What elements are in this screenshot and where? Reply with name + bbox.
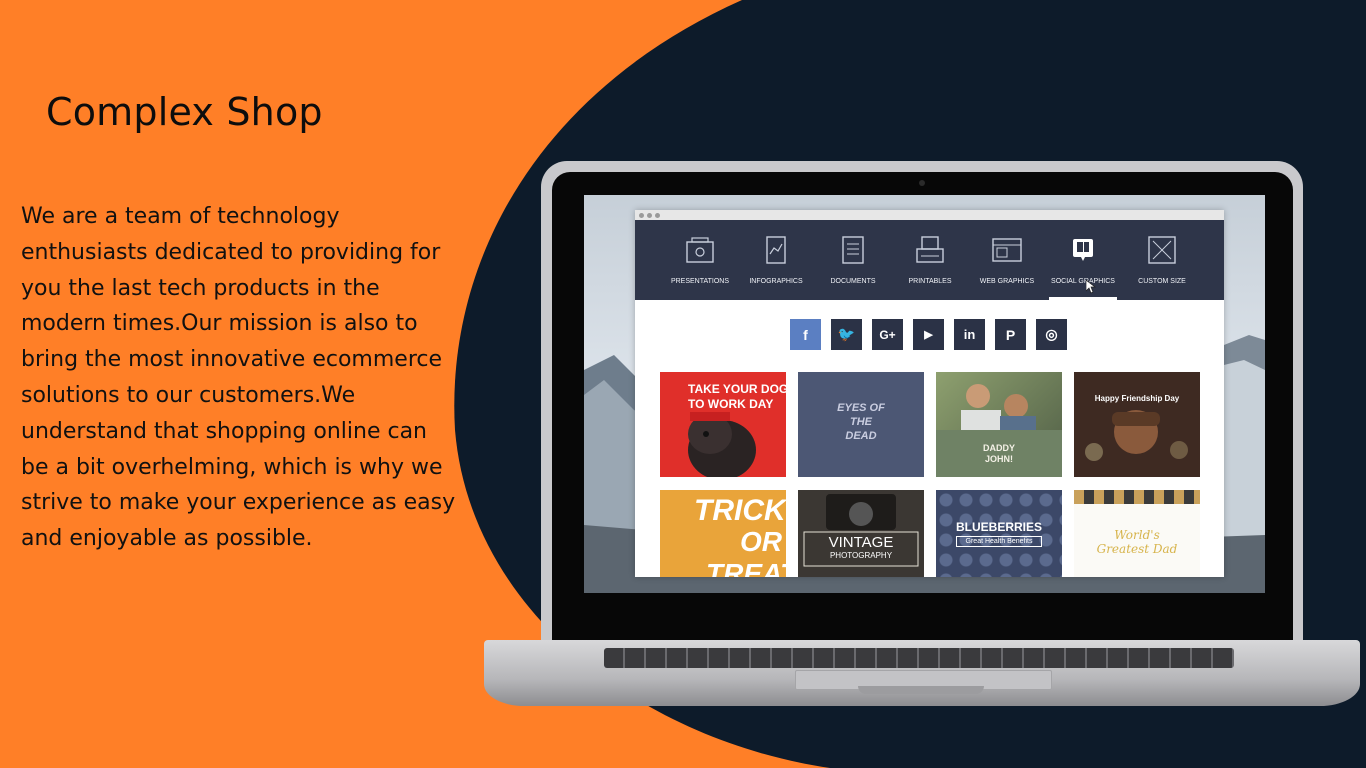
- category-infographics[interactable]: INFOGRAPHICS: [743, 220, 809, 300]
- category-label: INFOGRAPHICS: [749, 278, 803, 285]
- friends-photo: [1085, 410, 1188, 461]
- category-presentations[interactable]: PRESENTATIONS: [663, 220, 737, 300]
- tile-heading: Happy Friendship Day: [1094, 394, 1180, 403]
- social-graphics-icon: [1073, 239, 1093, 261]
- category-documents[interactable]: DOCUMENTS: [821, 220, 885, 300]
- tile-heading: OR: [740, 526, 782, 557]
- printer-icon: [916, 236, 944, 263]
- trick-or-treat-template[interactable]: TRICK OR TREAT: [660, 490, 786, 577]
- tile-heading: TO WORK DAY: [688, 397, 774, 411]
- laptop-notch: [858, 686, 984, 694]
- tile-heading: TAKE YOUR DOG: [688, 382, 786, 396]
- tile-heading: TREAT: [706, 558, 786, 577]
- active-category-indicator: [1049, 297, 1117, 300]
- tile-heading: Greatest Dad: [1096, 542, 1178, 556]
- webcam-icon: [919, 180, 925, 186]
- category-nav: PRESENTATIONS INFOGRAPHICS DOCUMENTS PRI…: [635, 220, 1224, 300]
- worlds-greatest-dad-template[interactable]: World's Greatest Dad: [1074, 490, 1200, 577]
- facebook-icon[interactable]: f: [790, 319, 821, 350]
- window-dot[interactable]: [647, 213, 652, 218]
- tile-heading: BLUEBERRIES: [955, 520, 1042, 534]
- category-label: CUSTOM SIZE: [1138, 278, 1186, 285]
- youtube-icon[interactable]: ▶: [913, 319, 944, 350]
- pinterest-icon[interactable]: P: [995, 319, 1026, 350]
- vintage-photography-template[interactable]: VINTAGE PHOTOGRAPHY: [798, 490, 924, 577]
- laptop-keyboard: [604, 648, 1234, 668]
- intro-paragraph: We are a team of technology enthusiasts …: [21, 204, 456, 552]
- window-dot[interactable]: [639, 213, 644, 218]
- category-label: DOCUMENTS: [830, 278, 876, 285]
- category-label: SOCIAL GRAPHICS: [1051, 278, 1115, 285]
- daddy-john-template[interactable]: DADDY JOHN!: [936, 372, 1062, 477]
- tile-heading: THE: [850, 416, 872, 428]
- presentation-icon: [686, 237, 714, 263]
- window-dot[interactable]: [655, 213, 660, 218]
- family-photo: [961, 384, 1036, 430]
- tile-heading: DADDY: [982, 443, 1015, 453]
- twitter-icon[interactable]: 🐦: [831, 319, 862, 350]
- mouse-cursor-icon: [1086, 280, 1096, 294]
- site-title: Complex Shop: [46, 90, 323, 134]
- eyes-of-the-dead-template[interactable]: EYES OF THE DEAD: [798, 372, 924, 477]
- social-buttons: f 🐦 G+ ▶ in P ◎: [790, 319, 1080, 351]
- tile-subheading: PHOTOGRAPHY: [829, 551, 893, 560]
- tile-subheading: Great Health Benefits: [956, 536, 1042, 547]
- window-title-bar: [635, 210, 1224, 220]
- infographic-icon: [766, 236, 786, 264]
- google-plus-icon[interactable]: G+: [872, 319, 903, 350]
- friendship-day-template[interactable]: Happy Friendship Day: [1074, 372, 1200, 477]
- linkedin-icon[interactable]: in: [954, 319, 985, 350]
- custom-size-icon: [1148, 236, 1176, 264]
- template-browser-window: PRESENTATIONS INFOGRAPHICS DOCUMENTS PRI…: [635, 210, 1224, 577]
- laptop-screen: PRESENTATIONS INFOGRAPHICS DOCUMENTS PRI…: [584, 195, 1265, 593]
- category-label: PRESENTATIONS: [670, 278, 730, 285]
- instagram-icon[interactable]: ◎: [1036, 319, 1067, 350]
- tile-heading: TRICK: [694, 494, 786, 527]
- document-icon: [842, 236, 864, 264]
- category-printables[interactable]: PRINTABLES: [897, 220, 963, 300]
- tile-heading: EYES OF: [837, 402, 885, 414]
- category-label: WEB GRAPHICS: [979, 278, 1035, 285]
- tile-heading: JOHN!: [984, 454, 1013, 464]
- web-graphics-icon: [992, 238, 1022, 262]
- dog-template[interactable]: TAKE YOUR DOG TO WORK DAY: [660, 372, 786, 477]
- category-label: PRINTABLES: [908, 278, 952, 285]
- tile-heading: World's: [1114, 528, 1160, 542]
- category-social-graphics[interactable]: SOCIAL GRAPHICS: [1049, 220, 1117, 300]
- blueberries-template[interactable]: BLUEBERRIES Great Health Benefits: [936, 490, 1062, 577]
- category-custom-size[interactable]: CUSTOM SIZE: [1129, 220, 1195, 300]
- category-web-graphics[interactable]: WEB GRAPHICS: [973, 220, 1041, 300]
- tile-heading: DEAD: [845, 430, 877, 442]
- tile-heading: VINTAGE: [828, 534, 894, 551]
